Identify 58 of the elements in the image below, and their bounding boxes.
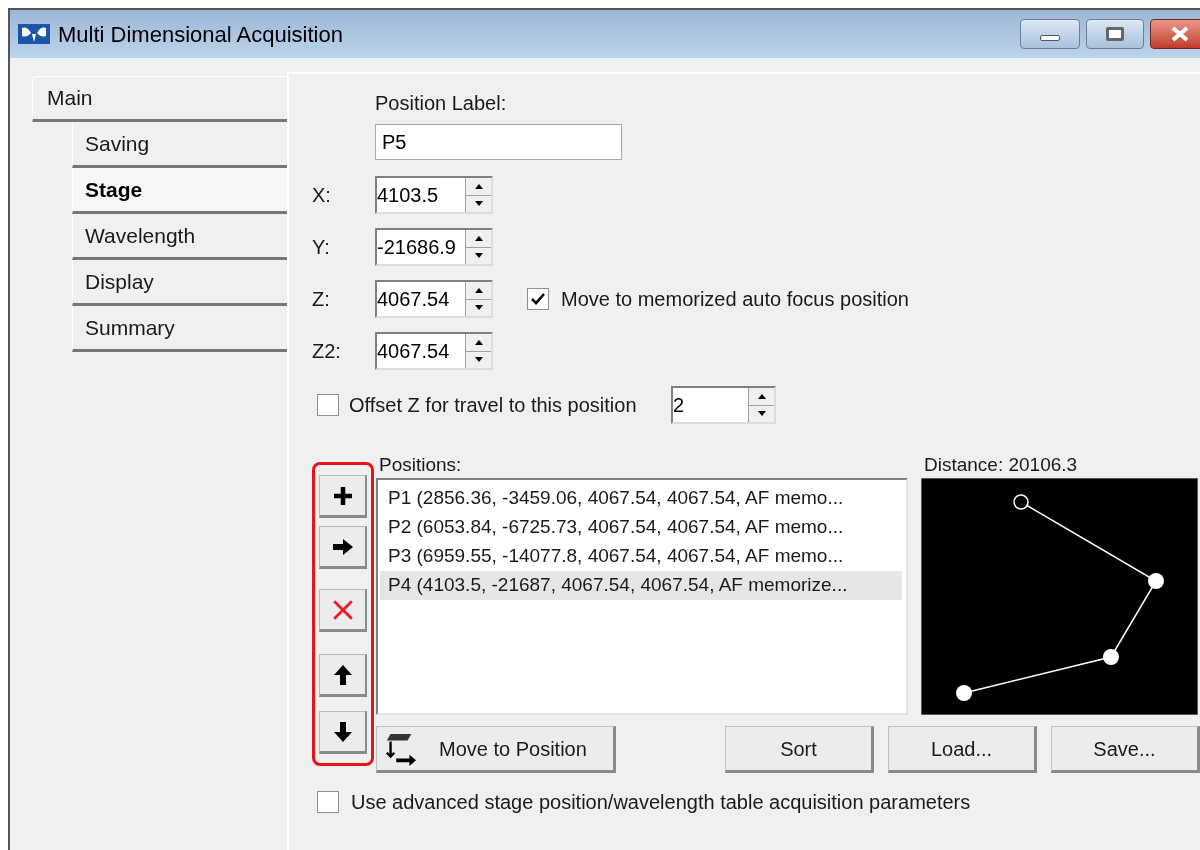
spin-value: 4067.54 bbox=[377, 287, 451, 312]
app-logo-icon bbox=[18, 24, 50, 44]
move-down-button[interactable] bbox=[319, 711, 367, 754]
field-label: Y: bbox=[312, 235, 331, 260]
replace-button[interactable] bbox=[319, 526, 367, 569]
checkbox-label: Move to memorized auto focus position bbox=[561, 287, 909, 312]
close-button[interactable] bbox=[1150, 19, 1200, 49]
minimize-icon bbox=[1040, 35, 1060, 41]
delete-icon bbox=[331, 598, 354, 621]
list-item[interactable]: P3 (6959.55, -14077.8, 4067.54, 4067.54, AF memo... bbox=[380, 542, 902, 571]
action-button[interactable]: Sort bbox=[725, 726, 874, 773]
field-label: Z2: bbox=[312, 339, 342, 364]
spin-field[interactable]: 2 bbox=[671, 386, 776, 424]
tab[interactable]: Wavelength bbox=[72, 214, 287, 260]
spin-value: 4103.5 bbox=[377, 183, 440, 208]
checkbox-label: Offset Z for travel to this position bbox=[349, 393, 638, 418]
spin-value: -21686.9 bbox=[377, 235, 457, 260]
input-field[interactable]: P5 bbox=[375, 124, 622, 160]
arrow-right-icon bbox=[332, 537, 353, 556]
minimize-button[interactable] bbox=[1020, 19, 1080, 49]
action-button[interactable]: Save... bbox=[1051, 726, 1200, 773]
arrow-down-icon bbox=[333, 721, 352, 742]
plus-icon bbox=[332, 485, 353, 506]
distance-label: Distance: 20106.3 bbox=[924, 454, 1078, 476]
spin-field[interactable]: 4103.5 bbox=[375, 176, 493, 214]
arrow-up-icon bbox=[333, 664, 352, 685]
list-label: Positions: bbox=[379, 454, 463, 476]
move-up-button[interactable] bbox=[319, 654, 367, 697]
spin-value: 4067.54 bbox=[377, 339, 451, 364]
tab[interactable]: Display bbox=[72, 260, 287, 306]
action-button[interactable]: Load... bbox=[888, 726, 1037, 773]
check-icon bbox=[530, 291, 546, 307]
tab[interactable]: Saving bbox=[72, 122, 287, 168]
checkbox[interactable] bbox=[317, 791, 339, 813]
tab[interactable]: Main bbox=[32, 76, 287, 122]
maximize-button[interactable] bbox=[1086, 19, 1144, 49]
list-item[interactable]: P4 (4103.5, -21687, 4067.54, 4067.54, AF memorize... bbox=[380, 571, 902, 600]
tab[interactable]: Stage bbox=[72, 168, 287, 214]
close-icon bbox=[1169, 26, 1191, 42]
delete-button[interactable] bbox=[319, 589, 367, 632]
checkbox[interactable] bbox=[317, 394, 339, 416]
checkbox-label: Use advanced stage position/wavelength table acquisition parameters bbox=[351, 790, 971, 815]
list-item[interactable]: P2 (6053.84, -6725.73, 4067.54, 4067.54, AF memo... bbox=[380, 513, 902, 542]
field-label: X: bbox=[312, 183, 332, 208]
maximize-icon bbox=[1106, 27, 1124, 41]
tab[interactable]: Summary bbox=[72, 306, 287, 352]
checkbox[interactable] bbox=[527, 288, 549, 310]
add-button[interactable] bbox=[319, 475, 367, 518]
window-title: Multi Dimensional Acquisition bbox=[58, 20, 343, 49]
stage-move-icon bbox=[383, 731, 417, 766]
spin-value: 2 bbox=[673, 393, 686, 418]
list-item[interactable]: P1 (2856.36, -3459.06, 4067.54, 4067.54, AF memo... bbox=[380, 484, 902, 513]
field-label: Position Label: bbox=[375, 91, 508, 116]
spin-field[interactable]: 4067.54 bbox=[375, 332, 493, 370]
spin-field[interactable]: -21686.9 bbox=[375, 228, 493, 266]
spin-field[interactable]: 4067.54 bbox=[375, 280, 493, 318]
move-to-position-button[interactable]: Move to Position bbox=[376, 726, 616, 773]
field-label: Z: bbox=[312, 287, 331, 312]
